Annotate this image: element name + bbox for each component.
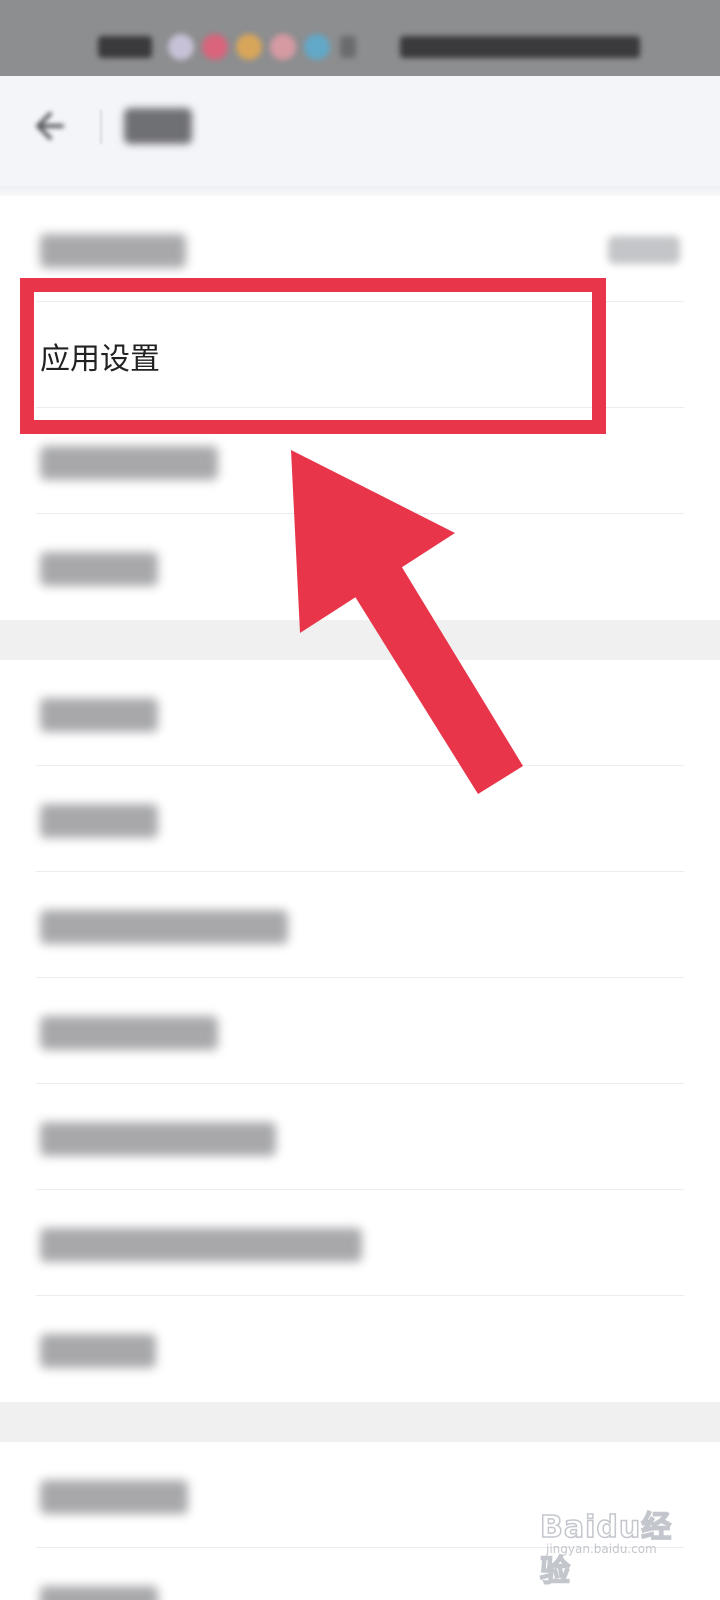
list-item[interactable] — [0, 1296, 720, 1402]
list-item-label-blur — [40, 552, 158, 586]
list-item[interactable] — [0, 514, 720, 620]
list-item[interactable] — [0, 872, 720, 978]
status-notification-icon — [304, 34, 330, 60]
app-bar-divider — [100, 110, 102, 144]
list-item-label-blur — [40, 1228, 362, 1262]
back-arrow-icon[interactable] — [28, 106, 68, 146]
status-notification-icon — [202, 34, 228, 60]
list-item[interactable] — [0, 1190, 720, 1296]
section-gap — [0, 620, 720, 660]
app-bar — [0, 76, 720, 186]
list-item-label-blur — [40, 1480, 188, 1514]
list-item[interactable] — [0, 766, 720, 872]
status-carrier-blur — [98, 36, 152, 58]
page-title-blur — [124, 108, 192, 144]
list-item-label-blur — [40, 1586, 158, 1600]
status-notification-icon — [270, 34, 296, 60]
watermark-url: jingyan.baidu.com — [546, 1542, 657, 1556]
list-item-label-blur — [40, 1016, 218, 1050]
list-item-label-blur — [40, 1122, 276, 1156]
highlight-box — [20, 278, 606, 434]
list-item-label-blur — [40, 446, 218, 480]
section-gap — [0, 1402, 720, 1442]
status-system-icons-blur — [400, 36, 640, 58]
list-item-label-blur — [40, 1334, 156, 1368]
list-item-value-blur — [608, 236, 680, 264]
list-item[interactable] — [0, 660, 720, 766]
status-bar — [0, 0, 720, 76]
list-item-label-blur — [40, 804, 158, 838]
status-notification-icon — [168, 34, 194, 60]
list-item-label-blur — [40, 234, 186, 268]
status-notification-icon — [236, 34, 262, 60]
watermark: Baidu经验 jingyan.baidu.com — [539, 1494, 700, 1590]
list-item[interactable] — [0, 1084, 720, 1190]
list-item-label-blur — [40, 910, 288, 944]
list-item-label-blur — [40, 698, 158, 732]
status-more-icon — [340, 36, 356, 58]
list-item[interactable] — [0, 978, 720, 1084]
